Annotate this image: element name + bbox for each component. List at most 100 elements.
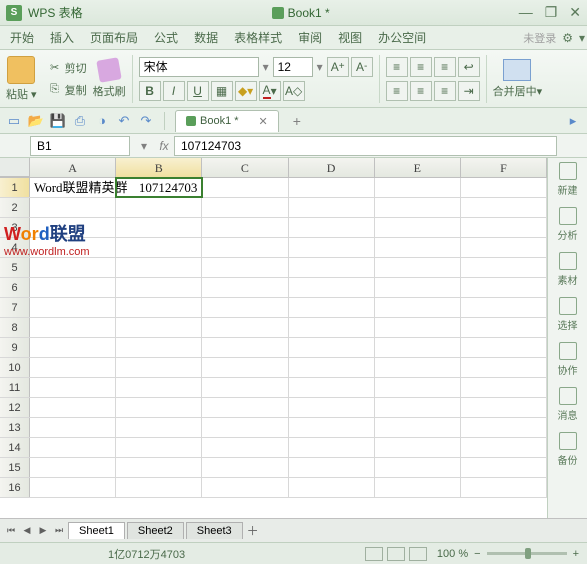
row-header-12[interactable]: 12	[0, 398, 30, 417]
cell-E12[interactable]	[375, 398, 461, 417]
cell-F9[interactable]	[461, 338, 547, 357]
dropdown-icon[interactable]: ▾	[579, 31, 585, 45]
cell-D2[interactable]	[289, 198, 375, 217]
cell-D1[interactable]	[289, 178, 375, 197]
font-color-button[interactable]: A▾	[259, 81, 281, 101]
cell-E8[interactable]	[375, 318, 461, 337]
row-header-3[interactable]: 3	[0, 218, 30, 237]
sheet-nav-prev[interactable]: ◀	[20, 524, 34, 538]
menu-5[interactable]: 表格样式	[226, 29, 290, 46]
cell-A3[interactable]	[30, 218, 116, 237]
row-header-5[interactable]: 5	[0, 258, 30, 277]
spreadsheet-grid[interactable]: ABCDEF 1Word联盟精英群10712470323456789101112…	[0, 158, 547, 518]
cell-E2[interactable]	[375, 198, 461, 217]
cell-A15[interactable]	[30, 458, 116, 477]
cell-A12[interactable]	[30, 398, 116, 417]
sidepanel-4[interactable]: 协作	[558, 342, 578, 377]
cell-E3[interactable]	[375, 218, 461, 237]
cell-B6[interactable]	[116, 278, 202, 297]
zoom-out-button[interactable]: −	[474, 548, 480, 560]
row-header-14[interactable]: 14	[0, 438, 30, 457]
cell-F6[interactable]	[461, 278, 547, 297]
cell-F3[interactable]	[461, 218, 547, 237]
row-header-4[interactable]: 4	[0, 238, 30, 257]
font-size-select[interactable]	[273, 57, 313, 77]
cell-C2[interactable]	[202, 198, 288, 217]
menu-6[interactable]: 审阅	[290, 29, 330, 46]
restore-button[interactable]: ❐	[545, 4, 558, 21]
sidepanel-5[interactable]: 消息	[558, 387, 578, 422]
cell-C13[interactable]	[202, 418, 288, 437]
cell-D8[interactable]	[289, 318, 375, 337]
menu-2[interactable]: 页面布局	[82, 29, 146, 46]
print-preview-button[interactable]: ◑	[94, 113, 110, 129]
cell-F12[interactable]	[461, 398, 547, 417]
select-all-corner[interactable]	[0, 158, 30, 177]
cell-D16[interactable]	[289, 478, 375, 497]
align-top-button[interactable]: ≡	[386, 57, 408, 77]
cell-F16[interactable]	[461, 478, 547, 497]
border-button[interactable]: ▦	[211, 81, 233, 101]
fill-color-button[interactable]: ◆▾	[235, 81, 257, 101]
cell-C15[interactable]	[202, 458, 288, 477]
copy-button[interactable]: ⎘复制	[43, 80, 91, 100]
row-header-10[interactable]: 10	[0, 358, 30, 377]
settings-icon[interactable]: ⚙	[562, 31, 573, 45]
cell-D14[interactable]	[289, 438, 375, 457]
cell-C16[interactable]	[202, 478, 288, 497]
cell-E5[interactable]	[375, 258, 461, 277]
document-tab[interactable]: Book1 * ✕	[175, 110, 279, 132]
tab-close-button[interactable]: ✕	[259, 115, 268, 128]
row-header-7[interactable]: 7	[0, 298, 30, 317]
cell-E1[interactable]	[375, 178, 461, 197]
sheet-tab-Sheet1[interactable]: Sheet1	[68, 522, 125, 539]
menu-3[interactable]: 公式	[146, 29, 186, 46]
cell-B15[interactable]	[116, 458, 202, 477]
cell-B8[interactable]	[116, 318, 202, 337]
zoom-level[interactable]: 100 %	[437, 548, 468, 560]
sidepanel-1[interactable]: 分析	[558, 207, 578, 242]
cell-D9[interactable]	[289, 338, 375, 357]
cell-C6[interactable]	[202, 278, 288, 297]
cell-F7[interactable]	[461, 298, 547, 317]
fx-button[interactable]: fx	[154, 136, 174, 156]
cell-E13[interactable]	[375, 418, 461, 437]
cell-E14[interactable]	[375, 438, 461, 457]
open-button[interactable]: 📂	[28, 113, 44, 129]
row-header-15[interactable]: 15	[0, 458, 30, 477]
view-page-button[interactable]	[387, 547, 405, 561]
cell-C8[interactable]	[202, 318, 288, 337]
bold-button[interactable]: B	[139, 81, 161, 101]
underline-button[interactable]: U	[187, 81, 209, 101]
view-reading-button[interactable]	[409, 547, 427, 561]
save-button[interactable]: 💾	[50, 113, 66, 129]
cell-B14[interactable]	[116, 438, 202, 457]
tab-list-button[interactable]: ▸	[565, 113, 581, 129]
col-header-C[interactable]: C	[202, 158, 288, 177]
row-header-9[interactable]: 9	[0, 338, 30, 357]
view-normal-button[interactable]	[365, 547, 383, 561]
italic-button[interactable]: I	[163, 81, 185, 101]
cell-A16[interactable]	[30, 478, 116, 497]
wrap-text-button[interactable]: ↩	[458, 57, 480, 77]
cell-A8[interactable]	[30, 318, 116, 337]
row-header-2[interactable]: 2	[0, 198, 30, 217]
new-button[interactable]: ▭	[6, 113, 22, 129]
cell-C9[interactable]	[202, 338, 288, 357]
undo-button[interactable]: ↶	[116, 113, 132, 129]
cell-A7[interactable]	[30, 298, 116, 317]
cell-A2[interactable]	[30, 198, 116, 217]
add-sheet-button[interactable]: ＋	[247, 522, 259, 539]
cell-D5[interactable]	[289, 258, 375, 277]
cell-F2[interactable]	[461, 198, 547, 217]
cell-B7[interactable]	[116, 298, 202, 317]
cell-B4[interactable]	[116, 238, 202, 257]
row-header-11[interactable]: 11	[0, 378, 30, 397]
col-header-F[interactable]: F	[461, 158, 547, 177]
cell-B10[interactable]	[116, 358, 202, 377]
col-header-D[interactable]: D	[289, 158, 375, 177]
merge-center-button[interactable]: 合并居中▾	[493, 59, 543, 99]
menu-8[interactable]: 办公空间	[370, 29, 434, 46]
cell-E6[interactable]	[375, 278, 461, 297]
cell-E7[interactable]	[375, 298, 461, 317]
